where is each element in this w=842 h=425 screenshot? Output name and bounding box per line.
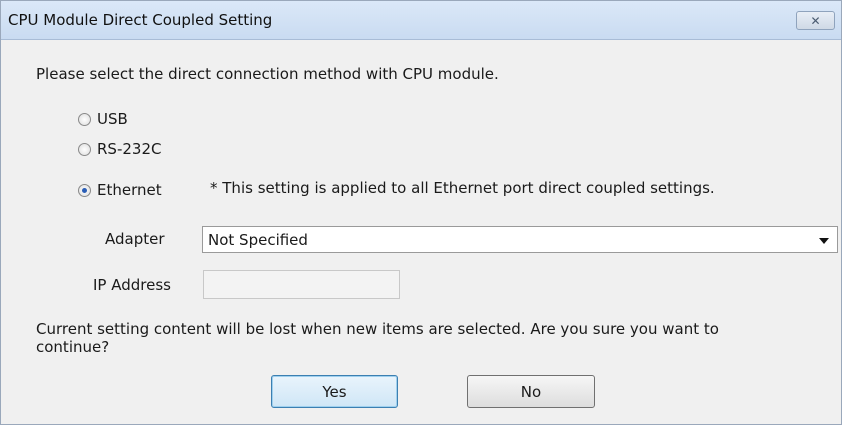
radio-rs232c-label: RS-232C	[97, 140, 162, 158]
adapter-select[interactable]: Not Specified	[202, 226, 838, 253]
close-button[interactable]: ✕	[796, 11, 835, 30]
window-title: CPU Module Direct Coupled Setting	[8, 11, 273, 29]
radio-ethernet-label: Ethernet	[97, 181, 162, 199]
chevron-down-icon[interactable]	[819, 238, 829, 244]
radio-ethernet-icon[interactable]	[78, 183, 91, 197]
radio-ethernet[interactable]: Ethernet	[78, 181, 162, 199]
ip-address-field	[203, 270, 400, 299]
no-button[interactable]: No	[467, 375, 595, 408]
yes-button-label: Yes	[322, 382, 347, 401]
dialog-content: Please select the direct connection meth…	[1, 40, 841, 424]
yes-button[interactable]: Yes	[271, 375, 398, 408]
adapter-select-value: Not Specified	[208, 231, 308, 249]
radio-rs232c[interactable]: RS-232C	[78, 140, 161, 158]
no-button-label: No	[520, 382, 542, 401]
ip-address-label: IP Address	[93, 276, 171, 294]
adapter-label: Adapter	[105, 230, 165, 248]
radio-rs232c-icon[interactable]	[78, 142, 91, 156]
title-bar: CPU Module Direct Coupled Setting ✕	[1, 1, 841, 40]
prompt-text: Please select the direct connection meth…	[36, 65, 499, 83]
warning-text-line1: Current setting content will be lost whe…	[36, 320, 719, 338]
dialog-window: CPU Module Direct Coupled Setting ✕ Plea…	[0, 0, 842, 425]
radio-usb[interactable]: USB	[78, 110, 128, 128]
ethernet-note: * This setting is applied to all Etherne…	[210, 179, 715, 197]
radio-usb-icon[interactable]	[78, 112, 91, 126]
warning-text-line2: continue?	[36, 338, 110, 356]
radio-usb-label: USB	[97, 110, 128, 128]
close-icon: ✕	[810, 13, 821, 28]
